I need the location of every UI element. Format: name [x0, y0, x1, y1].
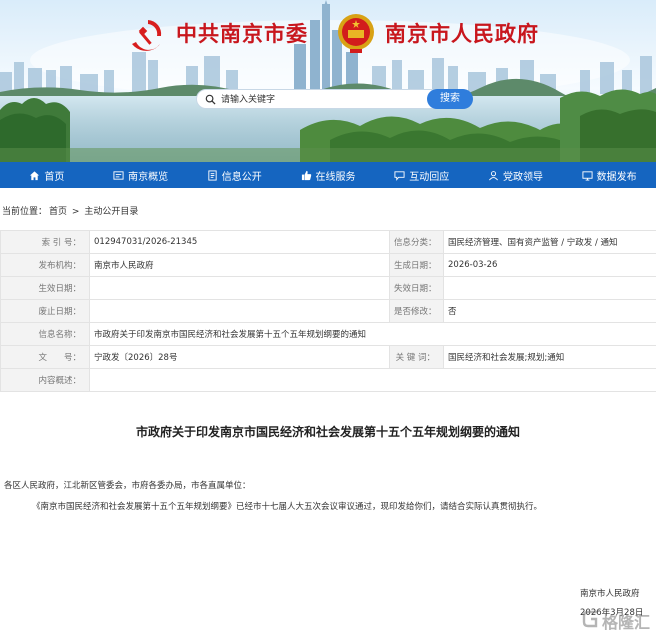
national-emblem-icon [338, 14, 374, 53]
index-label: 索 引 号： [0, 230, 90, 254]
table-row: 文 号： 宁政发〔2026〕28号 关 键 词： 国民经济和社会发展;规划;通知 [0, 345, 656, 369]
breadcrumb: 当前位置： 首页 > 主动公开目录 [2, 204, 140, 217]
table-row: 内容概述： [0, 368, 656, 392]
document-info-table: 索 引 号： 012947031/2026-21345 信息分类： 国民经济管理… [0, 230, 656, 392]
thumbs-up-icon [301, 170, 311, 180]
watermark-icon [582, 610, 598, 628]
nav-item-info-disclosure[interactable]: 信息公开 [187, 162, 281, 188]
nav-item-label: 在线服务 [315, 171, 356, 183]
table-row: 索 引 号： 012947031/2026-21345 信息分类： 国民经济管理… [0, 230, 656, 254]
nav-item-label: 首页 [44, 171, 65, 183]
article-title: 市政府关于印发南京市国民经济和社会发展第十五个五年规划纲要的通知 [135, 425, 520, 439]
table-row: 信息名称： 市政府关于印发南京市国民经济和社会发展第十五个五年规划纲要的通知 [0, 322, 656, 346]
overview-icon [113, 170, 124, 180]
article-body: 《南京市国民经济和社会发展第十五个五年规划纲要》已经市十七届人大五次会议审议通过… [32, 502, 543, 512]
article-signature: 南京市人民政府 [580, 589, 640, 599]
table-row: 发布机构： 南京市人民政府 生成日期： 2026-03-26 [0, 253, 656, 277]
breadcrumb-current[interactable]: 主动公开目录 [84, 207, 138, 217]
nav-item-label: 南京概览 [128, 171, 169, 183]
keywords-label: 关 键 词： [389, 345, 444, 369]
summary-value [89, 368, 656, 392]
nav-item-home[interactable]: 首页 [0, 162, 94, 188]
info-name-value: 市政府关于印发南京市国民经济和社会发展第十五个五年规划纲要的通知 [89, 322, 656, 346]
search-input[interactable] [221, 93, 421, 106]
breadcrumb-prefix: 当前位置： [2, 207, 48, 217]
header-banner: 中共南京市委 南京市人民政府 搜索 [0, 0, 656, 162]
publisher-value: 南京市人民政府 [89, 253, 390, 277]
info-name-label: 信息名称： [0, 322, 90, 346]
watermark-text: 格隆汇 [602, 613, 651, 632]
nav-item-label: 党政领导 [502, 171, 543, 183]
party-committee-title: 中共南京市委 [176, 22, 308, 46]
created-date-value: 2026-03-26 [443, 253, 656, 277]
search-icon [205, 94, 216, 105]
expire-date-label: 失效日期： [389, 276, 444, 300]
document-icon [208, 169, 217, 181]
nav-item-leaders[interactable]: 党政领导 [469, 162, 563, 188]
nav-item-label: 数据发布 [596, 171, 637, 183]
index-value: 012947031/2026-21345 [89, 230, 390, 254]
article-addressee: 各区人民政府，江北新区管委会，市府各委办局，市各直属单位： [4, 481, 251, 491]
expire-date-value [443, 276, 656, 300]
modified-label: 是否修改： [389, 299, 444, 323]
search-button[interactable]: 搜索 [427, 89, 473, 109]
abolish-date-value [89, 299, 390, 323]
nav-item-online-service[interactable]: 在线服务 [281, 162, 375, 188]
nav-item-overview[interactable]: 南京概览 [94, 162, 188, 188]
nav-item-label: 互动回应 [409, 171, 450, 183]
doc-number-label: 文 号： [0, 345, 90, 369]
category-value: 国民经济管理、国有资产监管 / 宁政发 / 通知 [443, 230, 656, 254]
summary-label: 内容概述： [0, 368, 90, 392]
watermark-logo: 格隆汇 [582, 606, 652, 632]
doc-number-value: 宁政发〔2026〕28号 [89, 345, 390, 369]
main-nav: 首页 南京概览 信息公开 在线服务 互动回应 党政领导 数据发布 [0, 162, 656, 188]
government-title: 南京市人民政府 [385, 22, 539, 46]
breadcrumb-separator: > [71, 207, 80, 217]
nav-item-data-release[interactable]: 数据发布 [562, 162, 656, 188]
modified-value: 否 [443, 299, 656, 323]
city-skyline-image [0, 0, 656, 162]
chat-icon [394, 170, 405, 181]
leader-icon [488, 170, 498, 180]
created-date-label: 生成日期： [389, 253, 444, 277]
table-row: 生效日期： 失效日期： [0, 276, 656, 300]
party-emblem-icon [132, 20, 162, 51]
data-icon [582, 170, 593, 181]
nav-item-label: 信息公开 [221, 171, 262, 183]
effective-date-value [89, 276, 390, 300]
abolish-date-label: 废止日期： [0, 299, 90, 323]
keywords-value: 国民经济和社会发展;规划;通知 [443, 345, 656, 369]
table-row: 废止日期： 是否修改： 否 [0, 299, 656, 323]
publisher-label: 发布机构： [0, 253, 90, 277]
breadcrumb-home-link[interactable]: 首页 [49, 207, 67, 217]
home-icon [30, 170, 40, 180]
effective-date-label: 生效日期： [0, 276, 90, 300]
nav-item-interaction[interactable]: 互动回应 [375, 162, 469, 188]
category-label: 信息分类： [389, 230, 444, 254]
